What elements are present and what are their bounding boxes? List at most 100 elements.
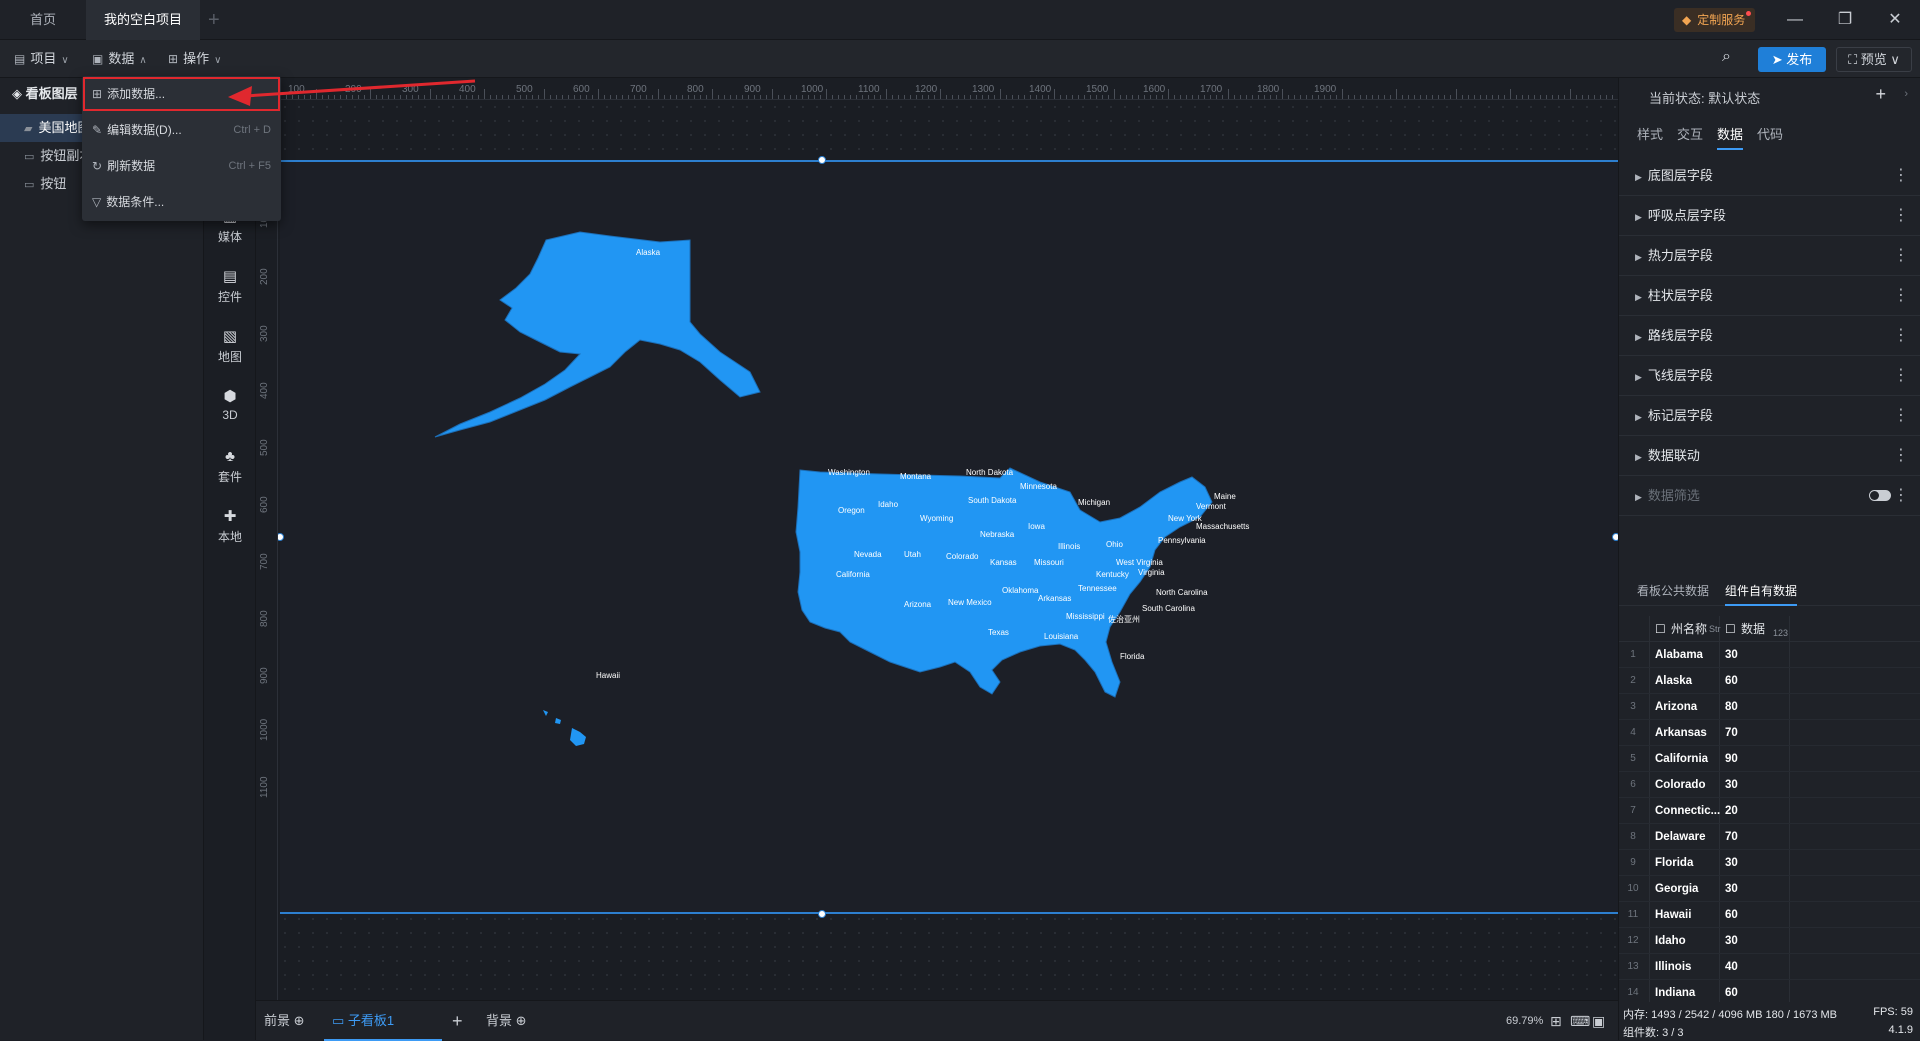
more-icon[interactable]: ⋮	[1893, 436, 1909, 476]
comp-kit[interactable]: ♣ 套件	[204, 446, 256, 496]
state-hawaii[interactable]	[570, 728, 586, 746]
tab-project-label: 我的空白项目	[104, 12, 183, 27]
menu-item-data-condition[interactable]: ▽ 数据条件...	[82, 184, 281, 220]
field-section[interactable]: ▶ 飞线层字段 ⋮	[1619, 356, 1920, 396]
tab-background[interactable]: 背景 ⊕	[486, 1001, 527, 1041]
preview-button[interactable]: ⛶ 预览 ∨	[1836, 47, 1912, 72]
table-row[interactable]: 12 Idaho 30	[1619, 928, 1920, 954]
search-icon[interactable]: ⌕	[1722, 48, 1744, 70]
add-state-button[interactable]: +	[1875, 84, 1886, 105]
fps-readout: FPS: 59	[1873, 1006, 1913, 1018]
minimize-button[interactable]: —	[1772, 0, 1818, 40]
comp-3d[interactable]: ⬢ 3D	[204, 386, 256, 436]
more-icon[interactable]: ⋮	[1893, 196, 1909, 236]
restore-button[interactable]: ❐	[1822, 0, 1868, 40]
checkbox[interactable]: ☐	[1725, 616, 1736, 642]
controls-icon: ▤	[222, 268, 238, 285]
us-map[interactable]	[280, 162, 1614, 912]
table-row[interactable]: 6 Colorado 30	[1619, 772, 1920, 798]
table-row[interactable]: 13 Illinois 40	[1619, 954, 1920, 980]
chevron-right-icon[interactable]: ›	[1904, 88, 1908, 100]
field-section[interactable]: ▶ 呼吸点层字段 ⋮	[1619, 196, 1920, 236]
checkbox[interactable]: ☐	[1655, 616, 1666, 642]
menu-data[interactable]: ▣ 数据 ∧	[92, 40, 147, 78]
table-cell: 60	[1725, 987, 1738, 999]
state-alaska[interactable]	[434, 231, 761, 438]
resize-handle-top[interactable]	[818, 156, 826, 164]
more-icon[interactable]: ⋮	[1893, 396, 1909, 436]
more-icon[interactable]: ⋮	[1893, 156, 1909, 196]
more-icon[interactable]: ⋮	[1893, 316, 1909, 356]
state-label: South Carolina	[1142, 604, 1195, 613]
zoom-level[interactable]: 69.79%	[1506, 1001, 1543, 1041]
tab-foreground[interactable]: 前景 ⊕	[264, 1001, 305, 1041]
menu-item-refresh-data[interactable]: ↻ 刷新数据 Ctrl + F5	[82, 148, 281, 184]
state-label: Pennsylvania	[1158, 536, 1206, 545]
canvas[interactable]: Alaska Hawaii Washington Montana North Dakot…	[278, 100, 1618, 1000]
tab-public-data[interactable]: 看板公共数据	[1637, 576, 1709, 606]
custom-service-button[interactable]: ◆ 定制服务	[1674, 8, 1756, 32]
comp-map[interactable]: ▧ 地图	[204, 326, 256, 376]
comp-local[interactable]: ✚ 本地	[204, 506, 256, 556]
table-cell: 5	[1630, 753, 1636, 764]
table-row[interactable]: 9 Florida 30	[1619, 850, 1920, 876]
puzzle-icon: ✚	[223, 508, 237, 525]
state-label: Washington	[828, 468, 870, 477]
field-section[interactable]: ▶ 路线层字段 ⋮	[1619, 316, 1920, 356]
table-row[interactable]: 8 Delaware 70	[1619, 824, 1920, 850]
ruler-tick-label: 300	[402, 84, 419, 95]
filter-toggle[interactable]	[1869, 490, 1891, 501]
field-section[interactable]: ▶ 热力层字段 ⋮	[1619, 236, 1920, 276]
state-label: Nevada	[854, 550, 882, 559]
table-row[interactable]: 11 Hawaii 60	[1619, 902, 1920, 928]
tab-style[interactable]: 样式	[1637, 120, 1663, 150]
terminal-icon[interactable]: ▣	[1592, 1001, 1605, 1041]
ruler-tick-label: 800	[687, 84, 704, 95]
map-component[interactable]: Alaska Hawaii Washington Montana North Dakot…	[280, 160, 1618, 914]
fit-icon[interactable]: ⊞	[1550, 1001, 1562, 1041]
resize-handle-bottom[interactable]	[818, 910, 826, 918]
table-row[interactable]: 4 Arkansas 70	[1619, 720, 1920, 746]
publish-button[interactable]: ➤ 发布	[1758, 47, 1826, 72]
table-row[interactable]: 14 Indiana 60	[1619, 980, 1920, 1002]
table-cell: 10	[1627, 883, 1639, 894]
table-row[interactable]: 2 Alaska 60	[1619, 668, 1920, 694]
new-tab-button[interactable]: +	[208, 0, 220, 40]
data-grid[interactable]: ☐ 州名称 Str ☐ 数据 123 1 Alabama 30 2 Alaska 60 3 A…	[1619, 616, 1920, 1002]
state-label: 佐治亚州	[1108, 615, 1140, 624]
tab-project[interactable]: 我的空白项目	[86, 0, 200, 65]
add-board-button[interactable]: +	[452, 1001, 463, 1041]
tab-sub-board[interactable]: ▭ 子看板1	[324, 1001, 442, 1041]
ruler-tick-label: 600	[573, 84, 590, 95]
table-row[interactable]: 1 Alabama 30	[1619, 642, 1920, 668]
more-icon[interactable]: ⋮	[1893, 356, 1909, 396]
menu-operations[interactable]: ⊞ 操作 ∨	[168, 40, 221, 78]
tab-data[interactable]: 数据	[1717, 120, 1744, 150]
more-icon[interactable]: ⋮	[1893, 476, 1909, 516]
field-section[interactable]: ▶ 数据筛选 ⋮	[1619, 476, 1920, 516]
tab-interaction[interactable]: 交互	[1677, 120, 1703, 150]
menu-item-add-data[interactable]: ⊞ 添加数据...	[82, 76, 281, 112]
field-section[interactable]: ▶ 柱状层字段 ⋮	[1619, 276, 1920, 316]
more-icon[interactable]: ⋮	[1893, 276, 1909, 316]
table-row[interactable]: 10 Georgia 30	[1619, 876, 1920, 902]
table-row[interactable]: 5 California 90	[1619, 746, 1920, 772]
more-icon[interactable]: ⋮	[1893, 236, 1909, 276]
table-row[interactable]: 7 Connectic... 20	[1619, 798, 1920, 824]
table-row[interactable]: 3 Arizona 80	[1619, 694, 1920, 720]
menu-item-edit-data[interactable]: ✎ 编辑数据(D)... Ctrl + D	[82, 112, 281, 148]
field-section[interactable]: ▶ 数据联动 ⋮	[1619, 436, 1920, 476]
tab-code[interactable]: 代码	[1757, 120, 1783, 150]
data-source-tabs: 看板公共数据 组件自有数据	[1619, 576, 1920, 606]
field-section[interactable]: ▶ 底图层字段 ⋮	[1619, 156, 1920, 196]
keyboard-icon[interactable]: ⌨	[1570, 1001, 1590, 1041]
comp-controls[interactable]: ▤ 控件	[204, 266, 256, 316]
close-button[interactable]: ✕	[1872, 0, 1918, 40]
field-label: 柱状层字段	[1647, 288, 1713, 303]
version-label: 4.1.9	[1888, 1024, 1913, 1036]
field-section[interactable]: ▶ 标记层字段 ⋮	[1619, 396, 1920, 436]
tab-home[interactable]: 首页	[12, 0, 74, 40]
tab-own-data[interactable]: 组件自有数据	[1725, 576, 1798, 606]
ruler-tick-label: 100	[288, 84, 305, 95]
menu-project[interactable]: ▤ 项目 ∨	[14, 40, 69, 78]
